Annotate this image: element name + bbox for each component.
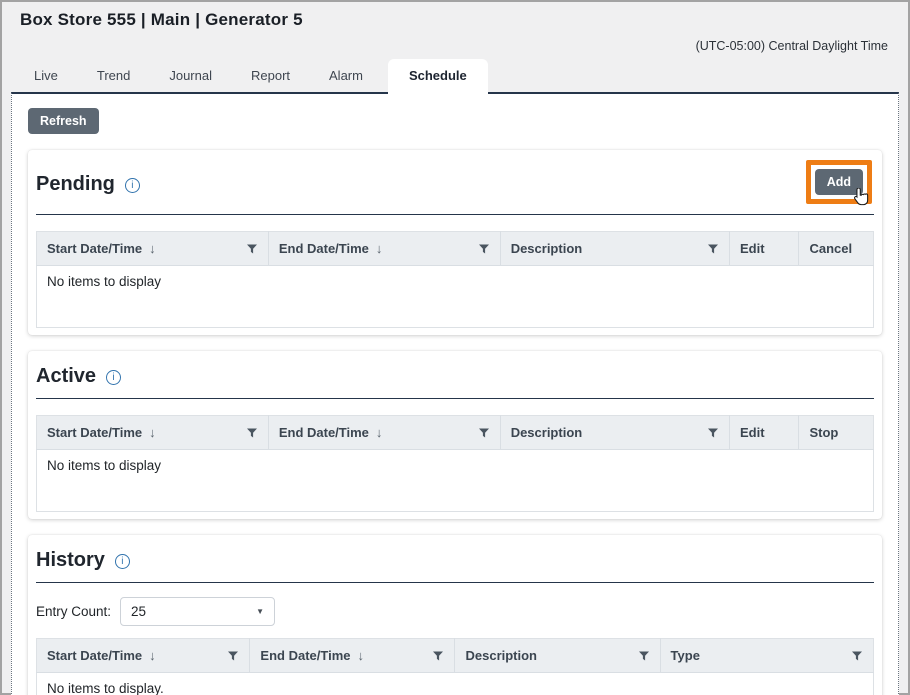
pending-table-header: Start Date/Time ↓ End Date/Time ↓ Descri…	[37, 232, 874, 266]
tab-journal[interactable]: Journal	[155, 60, 226, 92]
empty-message: No items to display	[37, 450, 874, 512]
history-col-type[interactable]: Type	[660, 639, 873, 673]
column-label: Description	[465, 648, 537, 663]
history-title: History	[36, 549, 105, 572]
filter-icon[interactable]	[432, 650, 444, 662]
sort-desc-icon[interactable]: ↓	[376, 241, 383, 256]
tab-live[interactable]: Live	[20, 60, 72, 92]
sort-desc-icon[interactable]: ↓	[149, 425, 156, 440]
empty-message: No items to display.	[37, 673, 874, 695]
active-section: Active i Start Date/Time ↓ End Date/Time…	[28, 351, 882, 519]
column-label: End Date/Time	[279, 425, 369, 440]
active-col-start[interactable]: Start Date/Time ↓	[37, 416, 269, 450]
info-icon[interactable]: i	[106, 370, 121, 385]
schedule-panel: Refresh Pending i Add Start Date/Time	[11, 92, 899, 695]
page-title: Box Store 555 | Main | Generator 5	[20, 10, 890, 30]
filter-icon[interactable]	[246, 427, 258, 439]
column-label: Start Date/Time	[47, 241, 142, 256]
active-table: Start Date/Time ↓ End Date/Time ↓ Descri…	[36, 415, 874, 512]
active-table-header: Start Date/Time ↓ End Date/Time ↓ Descri…	[37, 416, 874, 450]
active-title: Active	[36, 365, 96, 388]
filter-icon[interactable]	[638, 650, 650, 662]
empty-message: No items to display	[37, 266, 874, 328]
column-label: End Date/Time	[279, 241, 369, 256]
add-button-highlight: Add	[806, 160, 872, 204]
sort-desc-icon[interactable]: ↓	[149, 241, 156, 256]
column-label: Start Date/Time	[47, 648, 142, 663]
column-label: Description	[511, 241, 583, 256]
filter-icon[interactable]	[707, 427, 719, 439]
tab-schedule[interactable]: Schedule	[388, 59, 488, 94]
history-col-description[interactable]: Description	[455, 639, 660, 673]
info-icon[interactable]: i	[115, 554, 130, 569]
active-col-stop: Stop	[799, 416, 874, 450]
pending-col-start[interactable]: Start Date/Time ↓	[37, 232, 269, 266]
column-label: Description	[511, 425, 583, 440]
history-table-header: Start Date/Time ↓ End Date/Time ↓ Descri…	[37, 639, 874, 673]
history-col-start[interactable]: Start Date/Time ↓	[37, 639, 250, 673]
tab-alarm[interactable]: Alarm	[315, 60, 377, 92]
pending-col-end[interactable]: End Date/Time ↓	[268, 232, 500, 266]
section-divider	[36, 398, 874, 399]
active-header-row: Active i	[36, 361, 874, 398]
tab-strip: Live Trend Journal Report Alarm Schedule	[2, 53, 908, 92]
section-divider	[36, 582, 874, 583]
filter-icon[interactable]	[478, 243, 490, 255]
column-label: End Date/Time	[260, 648, 350, 663]
pending-section: Pending i Add Start Date/Time ↓	[28, 150, 882, 335]
history-header-row: History i	[36, 545, 874, 582]
pending-title: Pending	[36, 173, 115, 196]
hand-pointer-cursor-icon	[851, 188, 870, 207]
refresh-button[interactable]: Refresh	[28, 108, 99, 134]
pending-empty-row: No items to display	[37, 266, 874, 328]
history-empty-row: No items to display.	[37, 673, 874, 695]
entry-count-value: 25	[131, 604, 146, 619]
pending-col-description[interactable]: Description	[500, 232, 729, 266]
tab-trend[interactable]: Trend	[83, 60, 144, 92]
sort-desc-icon[interactable]: ↓	[149, 648, 156, 663]
section-divider	[36, 214, 874, 215]
active-col-edit: Edit	[730, 416, 799, 450]
pending-header-row: Pending i Add	[36, 160, 874, 214]
filter-icon[interactable]	[851, 650, 863, 662]
pending-col-cancel: Cancel	[799, 232, 874, 266]
history-col-end[interactable]: End Date/Time ↓	[250, 639, 455, 673]
sort-desc-icon[interactable]: ↓	[376, 425, 383, 440]
tab-report[interactable]: Report	[237, 60, 304, 92]
page-header: Box Store 555 | Main | Generator 5 (UTC-…	[2, 2, 908, 53]
active-col-description[interactable]: Description	[500, 416, 729, 450]
chevron-down-icon: ▼	[256, 607, 264, 616]
entry-count-row: Entry Count: 25 ▼	[36, 597, 874, 626]
column-label: Start Date/Time	[47, 425, 142, 440]
column-label: Type	[671, 648, 700, 663]
filter-icon[interactable]	[707, 243, 719, 255]
filter-icon[interactable]	[227, 650, 239, 662]
sort-desc-icon[interactable]: ↓	[357, 648, 364, 663]
active-empty-row: No items to display	[37, 450, 874, 512]
active-col-end[interactable]: End Date/Time ↓	[268, 416, 500, 450]
filter-icon[interactable]	[478, 427, 490, 439]
info-icon[interactable]: i	[125, 178, 140, 193]
pending-table: Start Date/Time ↓ End Date/Time ↓ Descri…	[36, 231, 874, 328]
history-section: History i Entry Count: 25 ▼ Start Date/T…	[28, 535, 882, 695]
pending-col-edit: Edit	[730, 232, 799, 266]
entry-count-select[interactable]: 25 ▼	[120, 597, 275, 626]
timezone-label: (UTC-05:00) Central Daylight Time	[20, 39, 890, 53]
filter-icon[interactable]	[246, 243, 258, 255]
history-table: Start Date/Time ↓ End Date/Time ↓ Descri…	[36, 638, 874, 695]
entry-count-label: Entry Count:	[36, 604, 111, 619]
